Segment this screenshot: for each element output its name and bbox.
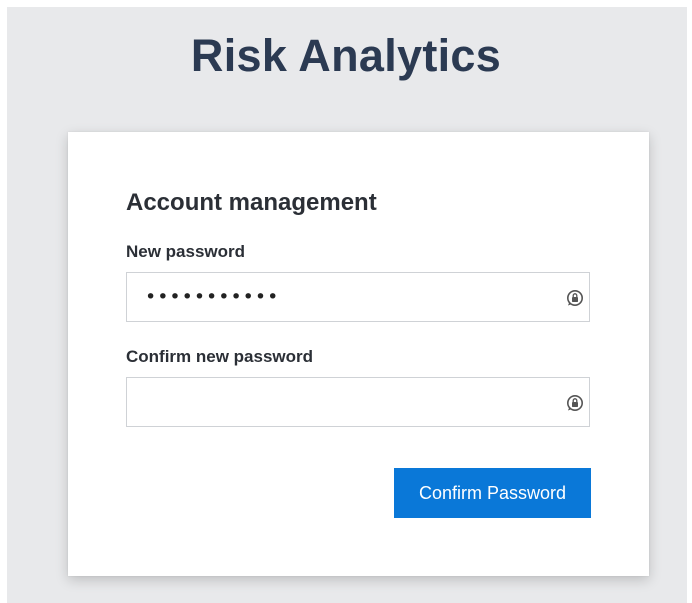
new-password-field-container (126, 272, 590, 322)
confirm-password-input[interactable] (127, 378, 547, 426)
app-title: Risk Analytics (190, 30, 502, 81)
new-password-label: New password (126, 242, 246, 261)
confirm-password-field-container (126, 377, 590, 427)
new-password-input[interactable] (127, 273, 547, 321)
confirm-password-label: Confirm new password (126, 347, 314, 366)
password-manager-lock-icon[interactable] (565, 393, 585, 413)
confirm-password-button[interactable]: Confirm Password (394, 468, 591, 518)
account-management-card: Account management New password Confirm … (68, 132, 649, 576)
password-manager-lock-icon[interactable] (565, 288, 585, 308)
form-heading: Account management (126, 189, 377, 216)
